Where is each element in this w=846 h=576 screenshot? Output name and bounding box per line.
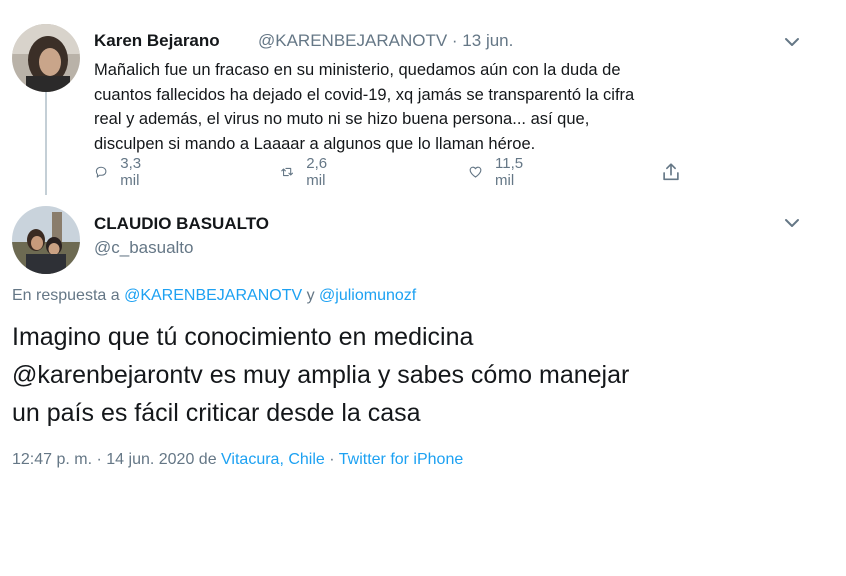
tweet2-body: Imagino que tú conocimiento en medicina …: [12, 318, 832, 432]
tweet2-timestamp[interactable]: 12:47 p. m. · 14 jun. 2020: [12, 451, 194, 468]
retweet-button[interactable]: 2,6 mil: [280, 155, 335, 189]
like-count: 11,5 mil: [495, 155, 524, 189]
chevron-down-icon[interactable]: [783, 214, 801, 232]
source-link[interactable]: Twitter for iPhone: [339, 451, 464, 468]
location-link[interactable]: Vitacura, Chile: [221, 451, 325, 468]
tweet1-date[interactable]: · 13 jun.: [452, 31, 513, 50]
tweet2-author-handle[interactable]: @c_basualto: [94, 238, 194, 258]
reply-context: En respuesta a @KARENBEJARANOTV y @julio…: [12, 287, 416, 305]
mention-link-karenbejaranotv[interactable]: @KARENBEJARANOTV: [124, 287, 302, 304]
tweet1-author-handle[interactable]: @KARENBEJARANOTV · 13 jun.: [258, 31, 513, 51]
tweet1-author-name[interactable]: Karen Bejarano: [94, 31, 220, 51]
reply-button[interactable]: 3,3 mil: [94, 155, 149, 189]
thread-connector-line: [45, 92, 47, 195]
tweet2-line-2: @karenbejarontv es muy amplia y sabes có…: [12, 361, 630, 389]
retweet-count: 2,6 mil: [306, 155, 328, 189]
tweet1-line-1: Mañalich fue un fracaso en su ministerio…: [94, 61, 621, 79]
chevron-down-icon[interactable]: [783, 33, 801, 51]
tweet1-line-3: real y además, el virus no muto ni se hi…: [94, 110, 590, 128]
tweet1-line-2: cuantos fallecidos ha dejado el covid-19…: [94, 85, 635, 104]
meta-separator: ·: [329, 451, 335, 468]
avatar-claudio-basualto[interactable]: [12, 206, 80, 274]
reply-icon: [95, 166, 107, 178]
tweet1-line-4: disculpen si mando a Laaaar a algunos qu…: [94, 134, 536, 153]
reply-prefix: En respuesta a: [12, 287, 120, 304]
mention-link-juliomunozf[interactable]: @juliomunozf: [319, 287, 416, 304]
tweet2-line-3: un país es fácil criticar desde la casa: [12, 399, 421, 427]
tweet1-handle-text[interactable]: @KARENBEJARANOTV: [258, 31, 447, 50]
reply-count: 3,3 mil: [120, 155, 142, 189]
like-button[interactable]: 11,5 mil: [468, 155, 530, 189]
retweet-icon: [281, 167, 294, 177]
share-button[interactable]: [660, 160, 694, 184]
location-prefix: de: [198, 451, 217, 468]
heart-icon: [469, 166, 482, 178]
reply-conjunction: y: [306, 287, 315, 304]
avatar-karen-bejarano[interactable]: [12, 24, 80, 92]
tweet2-author-name[interactable]: CLAUDIO BASUALTO: [94, 214, 269, 234]
tweet1-body: Mañalich fue un fracaso en su ministerio…: [94, 58, 794, 156]
tweet2-line-1: Imagino que tú conocimiento en medicina: [12, 323, 474, 351]
share-icon: [663, 163, 679, 181]
tweet2-metadata: 12:47 p. m. · 14 jun. 2020 de Vitacura, …: [12, 451, 463, 469]
